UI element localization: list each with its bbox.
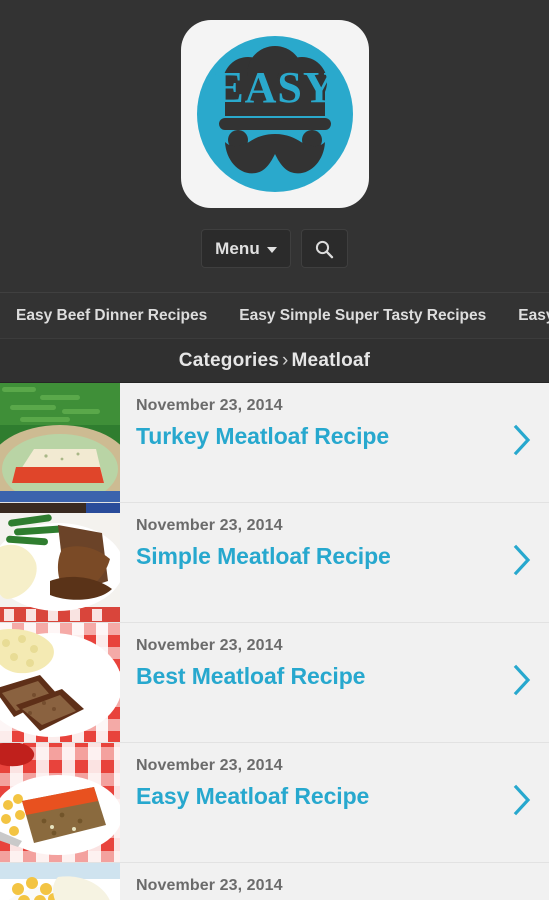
thumbnail-notch-lower [120, 763, 135, 785]
brand-header: EASY [0, 0, 549, 228]
chevron-right-icon [513, 424, 531, 455]
list-item-date: November 23, 2014 [136, 637, 283, 654]
breadcrumb-root[interactable]: Categories [179, 350, 279, 371]
list-item[interactable]: November 23, 2014 Turkey Meatloaf Recipe [0, 383, 549, 503]
thumbnail-notch [120, 503, 135, 523]
list-item[interactable]: November 23, 2014 Easy Meatloaf Recipe [0, 743, 549, 863]
recipe-thumbnail[interactable] [0, 503, 120, 622]
list-item-body: November 23, 2014 Best Meatloaf Recipe [120, 623, 495, 742]
list-item-body: November 23, 2014 Easy Meatloaf Recipe [120, 743, 495, 862]
menu-button-label: Menu [215, 238, 260, 258]
thumbnail-notch [120, 383, 135, 403]
list-item-title[interactable]: Simple Meatloaf Recipe [136, 540, 495, 572]
list-item-date: November 23, 2014 [136, 757, 283, 774]
nav-item-beef-dinner[interactable]: Easy Beef Dinner Recipes [16, 307, 207, 325]
recipe-thumbnail[interactable] [0, 863, 120, 900]
easy-meatloaf-image [0, 743, 120, 862]
breadcrumb-bar: Categories › Meatloaf [0, 339, 549, 383]
list-item-body: November 23, 2014 Simple Meatloaf Recipe [120, 503, 495, 622]
recipe-thumbnail[interactable] [0, 623, 120, 742]
menu-button[interactable]: Menu [201, 229, 291, 268]
list-item-date: November 23, 2014 [136, 517, 283, 534]
nav-item-chicken-dinner[interactable]: Easy Chicken Dinner Recipes [518, 307, 549, 325]
recipe-thumbnail[interactable] [0, 383, 120, 502]
search-button[interactable] [300, 229, 348, 268]
category-nav[interactable]: Easy Beef Dinner Recipes Easy Simple Sup… [0, 292, 549, 339]
thumbnail-notch [120, 743, 135, 763]
thumbnail-notch-lower [120, 643, 135, 665]
thumbnail-notch [120, 863, 135, 883]
list-item-date: November 23, 2014 [136, 397, 283, 414]
turkey-meatloaf-image [0, 383, 120, 502]
list-item-title[interactable]: Best Meatloaf Recipe [136, 660, 495, 692]
chevron-right-icon [513, 664, 531, 695]
search-icon [316, 240, 334, 258]
list-item-arrow[interactable] [495, 863, 549, 900]
breadcrumb-current: Meatloaf [291, 349, 371, 371]
nav-item-simple-super-tasty[interactable]: Easy Simple Super Tasty Recipes [239, 307, 486, 325]
breadcrumb-separator: › [282, 349, 289, 371]
list-item-arrow[interactable] [495, 623, 549, 742]
list-item-body: November 23, 2014 [120, 863, 495, 900]
list-item-title[interactable]: Easy Meatloaf Recipe [136, 780, 495, 812]
list-item-arrow[interactable] [495, 503, 549, 622]
recipe-thumbnail[interactable] [0, 743, 120, 862]
thumbnail-notch-lower [120, 403, 135, 425]
svg-text:EASY: EASY [214, 63, 335, 112]
simple-meatloaf-image [0, 503, 120, 622]
easy-logo-icon: EASY [196, 36, 353, 192]
chevron-right-icon [513, 784, 531, 815]
meatloaf-corn-potatoes-image [0, 863, 120, 900]
chevron-down-icon [266, 246, 277, 253]
list-item-arrow[interactable] [495, 383, 549, 502]
recipe-list: November 23, 2014 Turkey Meatloaf Recipe [0, 383, 549, 900]
list-item-date: November 23, 2014 [136, 877, 283, 894]
app-logo-tile[interactable]: EASY [180, 20, 369, 208]
list-item-arrow[interactable] [495, 743, 549, 862]
list-item[interactable]: November 23, 2014 Best Meatloaf Recipe [0, 623, 549, 743]
list-item-title[interactable]: Turkey Meatloaf Recipe [136, 420, 495, 452]
best-meatloaf-image [0, 623, 120, 742]
thumbnail-notch-lower [120, 883, 135, 900]
list-item[interactable]: November 23, 2014 Simple Meatloaf Recipe [0, 503, 549, 623]
thumbnail-notch-lower [120, 523, 135, 545]
list-item[interactable]: November 23, 2014 [0, 863, 549, 900]
controls-bar: Menu [0, 228, 549, 292]
breadcrumb: Categories › Meatloaf [179, 350, 370, 372]
list-item-body: November 23, 2014 Turkey Meatloaf Recipe [120, 383, 495, 502]
app-root: EASY Menu Easy Beef Dinner Recipes Easy … [0, 0, 549, 900]
chevron-right-icon [513, 544, 531, 575]
thumbnail-notch [120, 623, 135, 643]
